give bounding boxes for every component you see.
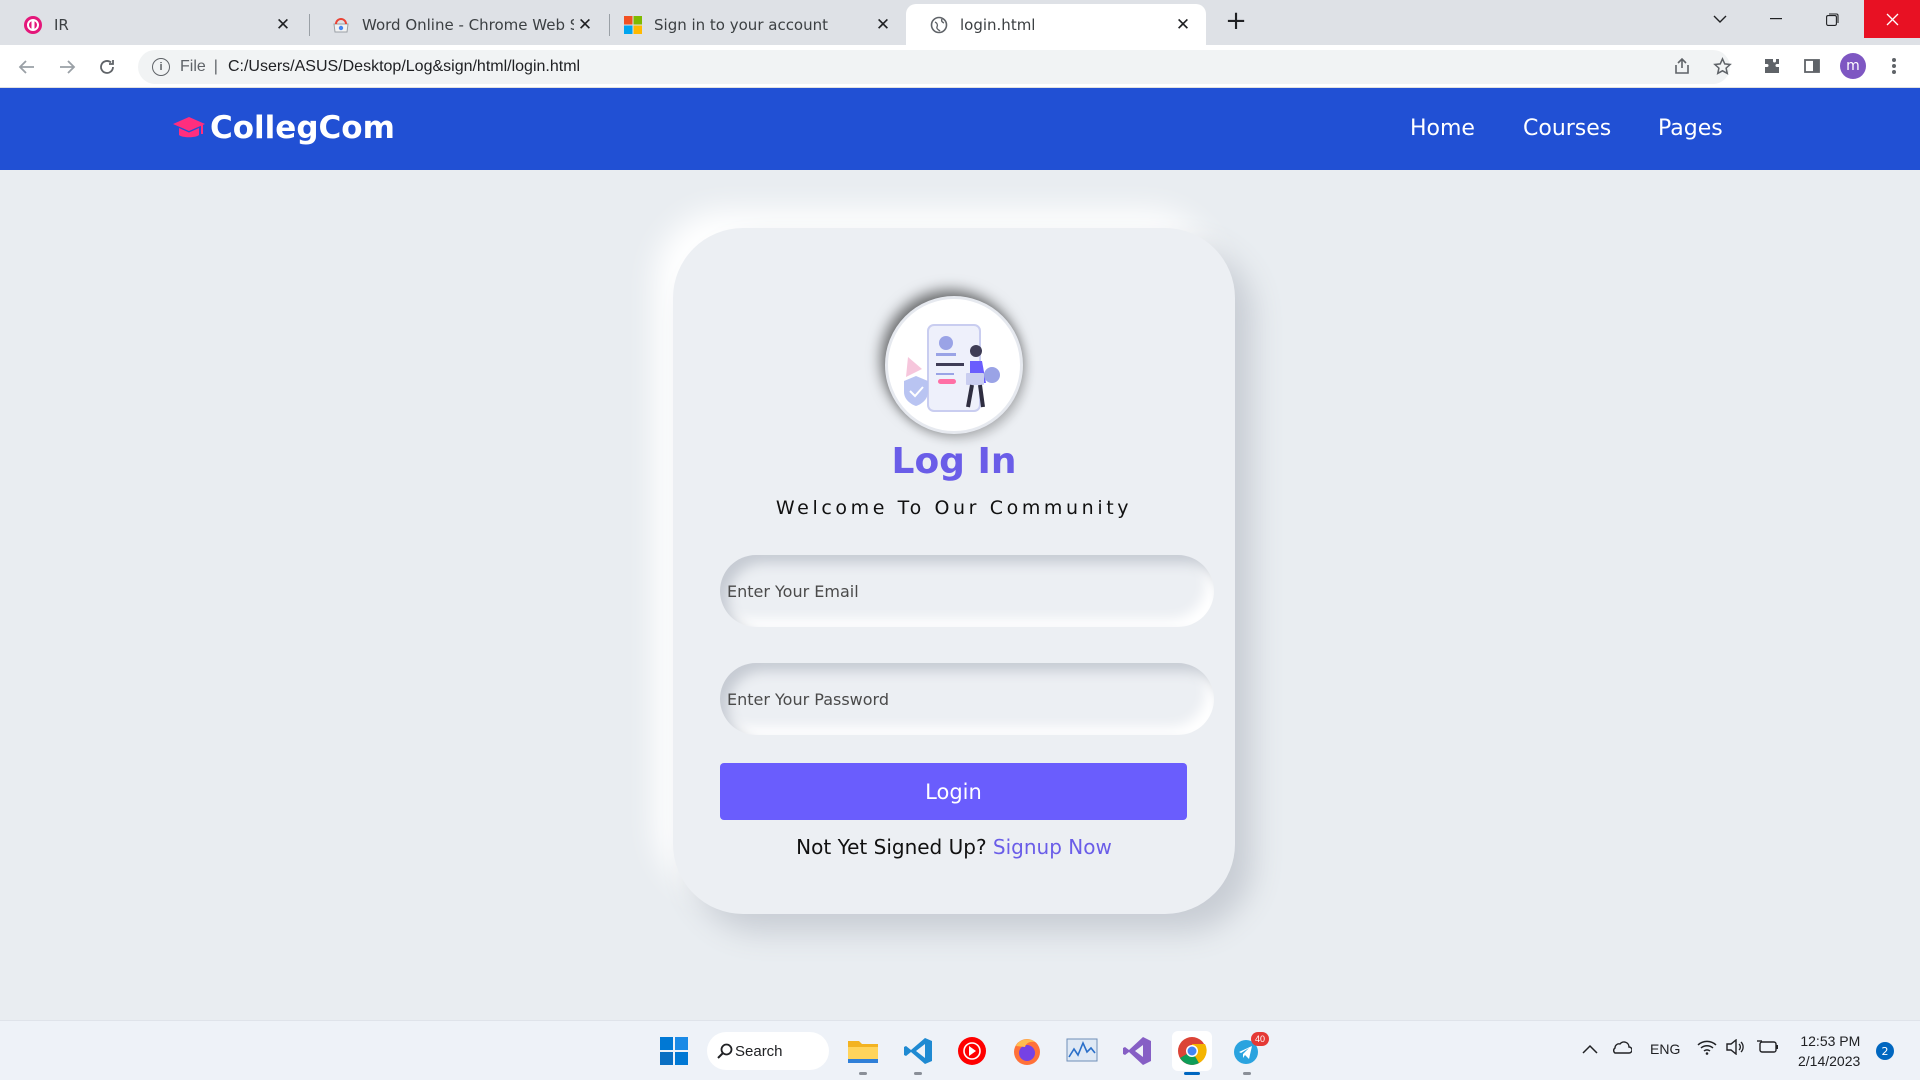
nav-home-link[interactable]: Home: [1410, 116, 1475, 141]
onedrive-icon[interactable]: [1610, 1039, 1633, 1058]
login-button[interactable]: Login: [720, 763, 1187, 820]
extensions-icon[interactable]: [1757, 51, 1787, 81]
tab-title: IR: [54, 15, 69, 34]
scheme-divider: |: [213, 58, 218, 75]
tab-word-online[interactable]: Word Online - Chrome Web Store ✕: [308, 4, 608, 45]
telegram-badge: 40: [1251, 1032, 1269, 1046]
tab-ir[interactable]: IR ✕: [0, 4, 306, 45]
minimize-button[interactable]: [1748, 0, 1804, 38]
brand-logo[interactable]: CollegCom: [172, 110, 395, 146]
vscode-icon[interactable]: [898, 1031, 938, 1075]
profile-avatar[interactable]: m: [1840, 53, 1866, 79]
close-tab-icon[interactable]: ✕: [1172, 14, 1194, 36]
close-tab-icon[interactable]: ✕: [872, 14, 894, 36]
tab-title: Sign in to your account: [654, 15, 829, 34]
nav-courses-link[interactable]: Courses: [1523, 116, 1611, 141]
youtube-music-icon[interactable]: [952, 1031, 992, 1071]
notification-badge[interactable]: 2: [1876, 1042, 1894, 1060]
tab-login-html[interactable]: login.html ✕: [906, 4, 1206, 45]
close-tab-icon[interactable]: ✕: [272, 14, 294, 36]
email-field[interactable]: [720, 555, 1214, 627]
search-icon: [717, 1043, 733, 1059]
forward-icon[interactable]: [53, 53, 81, 81]
login-title: Log In: [891, 441, 1017, 482]
language-indicator[interactable]: ENG: [1650, 1041, 1680, 1057]
browser-tab-strip: IR ✕ Word Online - Chrome Web Store ✕ Si…: [0, 0, 1920, 45]
file-explorer-icon[interactable]: [843, 1031, 883, 1075]
site-info-icon[interactable]: i: [152, 58, 170, 76]
taskbar-search-label: Search: [735, 1042, 783, 1060]
clock-time: 12:53 PM: [1800, 1033, 1861, 1049]
signup-prompt-text: Not Yet Signed Up?: [796, 835, 987, 859]
taskbar-search[interactable]: Search: [707, 1032, 829, 1070]
system-clock[interactable]: 12:53 PM 2/14/2023: [1798, 1031, 1860, 1071]
new-tab-button[interactable]: +: [1222, 8, 1250, 36]
scheme-label: File: [180, 58, 206, 75]
battery-icon[interactable]: [1757, 1039, 1779, 1058]
globe-icon: [930, 16, 948, 34]
url-text: C:/Users/ASUS/Desktop/Log&sign/html/logi…: [227, 58, 581, 75]
login-illustration-image: [885, 296, 1023, 434]
password-field[interactable]: [720, 663, 1214, 735]
close-tab-icon[interactable]: ✕: [574, 14, 596, 36]
windows-taskbar: Search 40 ENG 12:53 PM 2/14/2023 2: [0, 1020, 1920, 1080]
bookmark-star-icon[interactable]: [1707, 51, 1737, 81]
site-header: CollegCom Home Courses Pages: [0, 88, 1920, 170]
firefox-icon[interactable]: [1007, 1031, 1047, 1071]
graduation-cap-icon: [172, 114, 206, 142]
volume-icon[interactable]: [1725, 1038, 1745, 1058]
browser-toolbar: i File | C:/Users/ASUS/Desktop/Log&sign/…: [0, 45, 1920, 88]
reload-icon[interactable]: [93, 53, 121, 81]
telegram-icon[interactable]: 40: [1227, 1031, 1269, 1075]
running-indicator: [914, 1072, 922, 1075]
clock-date: 2/14/2023: [1798, 1053, 1861, 1069]
restore-button[interactable]: [1804, 0, 1860, 38]
wifi-icon[interactable]: [1697, 1039, 1717, 1058]
show-hidden-icons-chevron-icon[interactable]: [1582, 1041, 1598, 1057]
share-icon[interactable]: [1667, 51, 1697, 81]
signup-link[interactable]: Signup Now: [993, 835, 1112, 859]
login-subtitle: Welcome To Our Community: [775, 497, 1133, 519]
close-window-button[interactable]: [1864, 0, 1920, 38]
back-icon[interactable]: [13, 53, 41, 81]
tab-title: login.html: [960, 15, 1036, 34]
address-bar[interactable]: i File | C:/Users/ASUS/Desktop/Log&sign/…: [138, 50, 1730, 84]
running-indicator: [1243, 1072, 1251, 1075]
tab-search-icon[interactable]: [1692, 0, 1748, 38]
chrome-icon[interactable]: [1172, 1031, 1212, 1075]
login-card: Log In Welcome To Our Community Login No…: [673, 228, 1235, 914]
chrome-web-store-icon: [332, 16, 350, 34]
side-panel-icon[interactable]: [1797, 51, 1827, 81]
tab-sign-in[interactable]: Sign in to your account ✕: [600, 4, 906, 45]
running-indicator: [859, 1072, 867, 1075]
microsoft-logo-icon: [624, 15, 642, 34]
start-icon[interactable]: [654, 1031, 694, 1071]
visual-studio-icon[interactable]: [1117, 1031, 1157, 1071]
nav-pages-link[interactable]: Pages: [1658, 116, 1723, 141]
menu-kebab-icon[interactable]: [1879, 51, 1909, 81]
tab-title: Word Online - Chrome Web Store: [362, 15, 574, 34]
active-indicator: [1184, 1072, 1200, 1075]
resource-monitor-icon[interactable]: [1062, 1031, 1102, 1071]
signup-prompt: Not Yet Signed Up? Signup Now: [673, 835, 1235, 859]
brand-name: CollegCom: [210, 110, 395, 146]
ir-app-icon: [24, 15, 42, 34]
